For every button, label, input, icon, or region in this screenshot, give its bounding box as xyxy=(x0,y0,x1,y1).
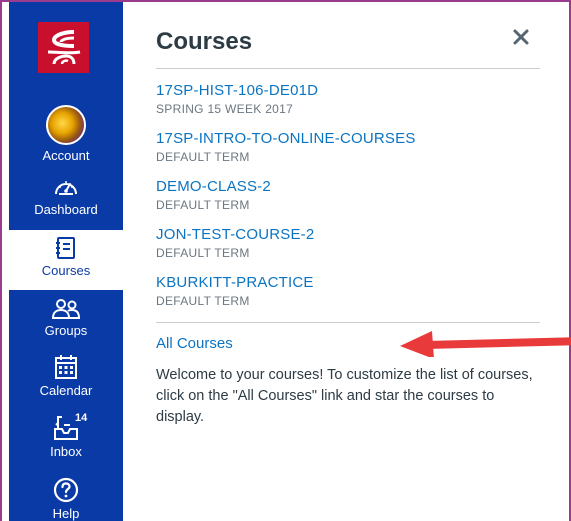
logo-icon xyxy=(47,29,80,64)
inbox-unread-badge: 14 xyxy=(75,412,88,424)
nav-item-dashboard[interactable]: Dashboard xyxy=(9,175,123,217)
nav-item-label: Calendar xyxy=(39,383,93,398)
courses-help-text: Welcome to your courses! To customize th… xyxy=(156,367,533,425)
nav-item-label: Inbox xyxy=(50,444,82,459)
nav-item-courses[interactable]: Courses xyxy=(9,230,123,290)
screenshot-frame-left xyxy=(0,0,2,521)
calendar-icon xyxy=(55,355,77,379)
course-term: SPRING 15 WEEK 2017 xyxy=(156,102,294,116)
nav-item-groups[interactable]: Groups xyxy=(9,298,123,338)
course-link[interactable]: JON-TEST-COURSE-2 xyxy=(156,226,540,243)
nav-item-label: Dashboard xyxy=(34,202,98,217)
avatar xyxy=(46,105,86,145)
nav-item-label: Courses xyxy=(41,263,91,278)
course-list: 17SP-HIST-106-DE01D SPRING 15 WEEK 2017 … xyxy=(156,82,540,322)
nav-item-inbox[interactable]: 14 Inbox xyxy=(9,412,123,459)
divider xyxy=(156,68,540,69)
annotation-arrow-icon xyxy=(400,331,571,357)
help-icon xyxy=(53,477,79,503)
nav-item-account[interactable]: Account xyxy=(9,105,123,163)
course-link[interactable]: DEMO-CLASS-2 xyxy=(156,178,540,195)
courses-tray: Courses 17SP-HIST-106-DE01D SPRING 15 WE… xyxy=(123,2,571,521)
list-item: DEMO-CLASS-2 DEFAULT TERM xyxy=(156,178,540,226)
list-item: KBURKITT-PRACTICE DEFAULT TERM xyxy=(156,274,540,322)
course-term: DEFAULT TERM xyxy=(156,150,250,164)
list-item: 17SP-HIST-106-DE01D SPRING 15 WEEK 2017 xyxy=(156,82,540,130)
course-term: DEFAULT TERM xyxy=(156,246,250,260)
course-term: DEFAULT TERM xyxy=(156,198,250,212)
dashboard-icon xyxy=(55,181,77,195)
course-term: DEFAULT TERM xyxy=(156,294,250,308)
nav-item-label: Help xyxy=(52,506,80,521)
divider xyxy=(156,322,540,323)
global-navigation: Account Dashboard Courses Groups Calenda… xyxy=(9,2,123,521)
institution-logo[interactable] xyxy=(38,22,89,73)
groups-icon xyxy=(51,299,81,319)
list-item: JON-TEST-COURSE-2 DEFAULT TERM xyxy=(156,226,540,274)
all-courses-link[interactable]: All Courses xyxy=(156,335,233,352)
nav-item-calendar[interactable]: Calendar xyxy=(9,354,123,398)
close-button[interactable] xyxy=(508,24,534,50)
close-icon xyxy=(513,29,529,45)
course-link[interactable]: 17SP-INTRO-TO-ONLINE-COURSES xyxy=(156,130,540,147)
nav-item-help[interactable]: Help xyxy=(9,477,123,521)
list-item: 17SP-INTRO-TO-ONLINE-COURSES DEFAULT TER… xyxy=(156,130,540,178)
course-link[interactable]: KBURKITT-PRACTICE xyxy=(156,274,540,291)
nav-item-label: Groups xyxy=(44,323,88,338)
nav-item-label: Account xyxy=(42,148,90,163)
course-link[interactable]: 17SP-HIST-106-DE01D xyxy=(156,82,540,99)
tray-title: Courses xyxy=(156,28,253,55)
courses-icon xyxy=(56,237,75,259)
